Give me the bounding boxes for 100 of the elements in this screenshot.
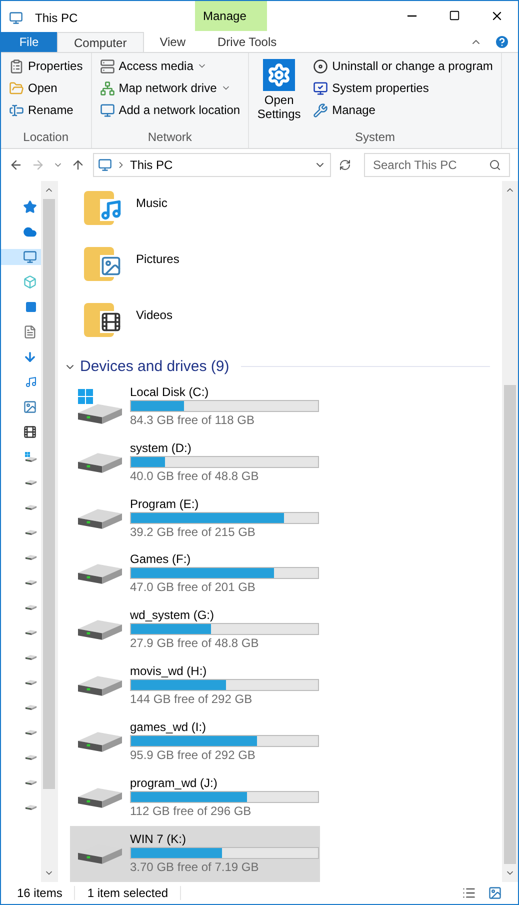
large-icons-view-icon[interactable]	[488, 886, 502, 900]
drive-tile[interactable]: games_wd (I:) 95.9 GB free of 292 GB	[70, 714, 320, 770]
drive-icon	[25, 730, 37, 734]
computer-icon	[98, 158, 112, 172]
refresh-icon[interactable]	[339, 159, 351, 171]
drive-icon	[25, 780, 37, 784]
cube-icon	[23, 275, 37, 289]
drive-icon	[78, 732, 122, 752]
ribbon-group-label: Network	[146, 129, 193, 146]
address-field[interactable]: This PC	[93, 153, 331, 177]
scrollbar-thumb[interactable]	[504, 385, 516, 864]
manage-icon	[313, 102, 328, 118]
drive-tile[interactable]: WIN 7 (K:) 3.70 GB free of 7.19 GB	[70, 826, 320, 882]
drive-tile[interactable]: program_wd (J:) 112 GB free of 296 GB	[70, 770, 320, 826]
computer-icon	[23, 250, 37, 264]
drive-name: Games (F:)	[130, 552, 192, 568]
open-settings-button[interactable]: Open Settings	[253, 57, 306, 128]
folder-icon	[9, 80, 24, 96]
disc-icon	[313, 58, 328, 74]
free-space-text: 84.3 GB free of 118 GB	[130, 412, 256, 429]
film-icon	[23, 425, 37, 439]
ribbon-tab[interactable]: Computer	[57, 32, 144, 52]
ribbon-command[interactable]: Access media	[96, 57, 244, 75]
properties-icon	[9, 58, 24, 74]
search-icon	[489, 159, 501, 171]
free-space-text: 47.0 GB free of 201 GB	[130, 579, 256, 596]
free-space-text: 112 GB free of 296 GB	[130, 803, 252, 820]
drive-icon	[78, 564, 122, 584]
context-tab-header: Manage	[195, 1, 267, 31]
drive-icon	[25, 754, 37, 760]
windows-logo-icon	[25, 452, 30, 457]
drive-icon	[25, 630, 37, 634]
settings-icon	[263, 59, 296, 91]
drive-icon	[25, 554, 37, 560]
ribbon-command[interactable]: Rename	[5, 101, 87, 119]
scrollbar-thumb[interactable]	[43, 199, 55, 789]
network-location-icon	[100, 102, 115, 118]
ribbon-tab[interactable]: Drive Tools	[201, 32, 293, 52]
drive-icon	[25, 680, 37, 684]
maximize-icon[interactable]	[449, 10, 460, 21]
ribbon-command[interactable]: Open	[5, 79, 87, 97]
folder-name[interactable]: Pictures	[136, 250, 180, 268]
help-icon[interactable]	[494, 34, 510, 50]
drive-icon	[25, 804, 37, 810]
media-icon	[100, 58, 115, 74]
free-space-text: 144 GB free of 292 GB	[130, 691, 254, 708]
drive-tile[interactable]: Local Disk (C:) 84.3 GB free of 118 GB	[70, 378, 320, 435]
free-space-text: 95.9 GB free of 292 GB	[130, 747, 256, 764]
selection-count: 1 item selected	[87, 885, 168, 902]
drive-name: system (D:)	[130, 440, 192, 456]
file-tab[interactable]: File	[1, 32, 57, 52]
drive-icon	[25, 604, 37, 610]
folder-name[interactable]: Music	[136, 194, 168, 212]
folder-name[interactable]: Videos	[136, 306, 172, 324]
free-space-text: 3.70 GB free of 7.19 GB	[130, 859, 260, 876]
ribbon-command[interactable]: Uninstall or change a program	[309, 57, 497, 75]
item-count: 16 items	[17, 885, 62, 902]
drive-icon	[78, 452, 122, 473]
network-drive-icon	[100, 80, 115, 96]
ribbon-group-label: Location	[22, 129, 70, 146]
ribbon-command[interactable]: Properties	[5, 57, 87, 75]
drive-icon	[25, 654, 37, 660]
ribbon-command[interactable]: Map network drive	[96, 79, 244, 97]
drive-tile[interactable]: wd_system (G:) 27.9 GB free of 48.8 GB	[70, 602, 320, 658]
details-view-icon[interactable]	[462, 886, 476, 900]
ribbon-command[interactable]: System properties	[309, 79, 497, 97]
drive-name: Program (E:)	[130, 496, 200, 512]
section-heading: Devices and drives (9)	[80, 356, 230, 376]
drive-name: Local Disk (C:)	[130, 384, 210, 400]
close-icon[interactable]	[490, 9, 504, 23]
back-icon[interactable]	[9, 158, 23, 172]
drive-name: wd_system (G:)	[130, 608, 216, 624]
drive-icon	[78, 620, 122, 640]
star-icon	[23, 200, 37, 214]
drive-tile[interactable]: Program (E:) 39.2 GB free of 215 GB	[70, 490, 320, 546]
free-space-text: 40.0 GB free of 48.8 GB	[130, 468, 260, 485]
ribbon-group-label: System	[354, 129, 396, 146]
free-space-text: 39.2 GB free of 215 GB	[130, 524, 256, 541]
ribbon-command[interactable]: Manage	[309, 101, 497, 119]
drive-tile[interactable]: system (D:) 40.0 GB free of 48.8 GB	[70, 434, 320, 491]
windows-logo-icon	[78, 389, 93, 404]
drive-icon	[25, 530, 37, 534]
ribbon-command[interactable]: Add a network location	[96, 101, 244, 119]
drive-tile[interactable]: Games (F:) 47.0 GB free of 201 GB	[70, 546, 320, 602]
drive-icon	[25, 457, 37, 462]
search-field[interactable]: Search This PC	[364, 153, 510, 177]
up-icon[interactable]	[71, 158, 85, 172]
free-space-text: 27.9 GB free of 48.8 GB	[130, 635, 260, 652]
ribbon-tab[interactable]: View	[144, 32, 202, 52]
window-title: This PC	[35, 10, 78, 27]
system-properties-icon	[313, 80, 328, 96]
desktop-icon	[25, 301, 37, 313]
rename-icon	[9, 102, 24, 118]
drive-tile[interactable]: movis_wd (H:) 144 GB free of 292 GB	[70, 658, 320, 714]
drive-name: program_wd (J:)	[130, 776, 218, 792]
drive-icon	[78, 404, 122, 424]
computer-icon	[9, 11, 23, 25]
drive-icon	[78, 508, 122, 529]
drive-icon	[25, 504, 37, 510]
cloud-icon	[23, 225, 37, 239]
